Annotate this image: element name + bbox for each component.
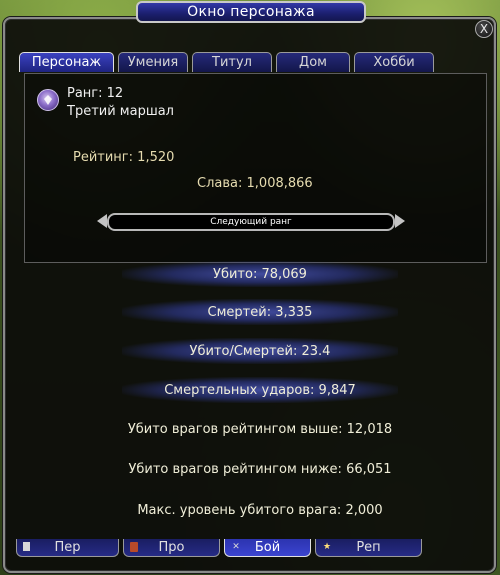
glory-line: Слава: 1,008,866 <box>197 176 313 191</box>
next-rank-button[interactable]: Следующий ранг <box>97 212 405 231</box>
stat-max-enemy-level: Макс. уровень убитого врага: 2,000 <box>122 497 398 523</box>
stat-label: Убито: <box>213 266 258 282</box>
arrow-right-icon <box>395 214 405 228</box>
stat-label: Макс. уровень убитого врага: <box>137 502 342 518</box>
bottom-tab-label: Бой <box>254 540 281 555</box>
stat-label: Убито/Смертей: <box>189 343 298 359</box>
character-window: Персонаж Умения Титул Дом Хобби Ранг: 12… <box>3 17 496 573</box>
rating-label: Рейтинг: <box>73 150 134 165</box>
stat-kills-higher-rank: Убито врагов рейтингом выше: 12,018 <box>122 416 398 442</box>
stat-label: Смертельных ударов: <box>164 382 315 398</box>
bottom-tab-rep[interactable]: ★ Реп <box>315 539 422 557</box>
rank-badge-icon <box>37 89 59 111</box>
bottom-tab-boy[interactable]: ✕ Бой <box>224 539 311 557</box>
stat-label: Убито врагов рейтингом ниже: <box>128 461 342 477</box>
glory-value: 1,008,866 <box>246 176 313 191</box>
tab-character[interactable]: Персонаж <box>19 52 114 72</box>
stat-kill-death-ratio: Убито/Смертей: 23.4 <box>122 338 398 364</box>
arrow-left-icon <box>97 214 107 228</box>
rank-label: Ранг: <box>67 86 103 101</box>
next-rank-label: Следующий ранг <box>107 213 395 231</box>
tab-title[interactable]: Титул <box>192 52 272 72</box>
glory-label: Слава: <box>197 176 243 191</box>
stat-value: 23.4 <box>301 343 331 359</box>
bottom-tab-per[interactable]: Пер <box>16 539 119 557</box>
sword-icon: ✕ <box>232 542 240 552</box>
book-icon <box>130 542 138 552</box>
rank-panel: Ранг: 12 Третий маршал Рейтинг: 1,520 Сл… <box>24 73 487 263</box>
rating-line: Рейтинг: 1,520 <box>73 150 174 165</box>
bottom-tab-pro[interactable]: Про <box>123 539 220 557</box>
stat-deaths: Смертей: 3,335 <box>122 299 398 325</box>
stat-value: 2,000 <box>345 502 383 518</box>
tab-house[interactable]: Дом <box>276 52 350 72</box>
rank-value: 12 <box>106 86 124 101</box>
tab-skills[interactable]: Умения <box>118 52 188 72</box>
stat-killing-blows: Смертельных ударов: 9,847 <box>122 377 398 403</box>
bottom-tab-label: Пер <box>54 540 81 555</box>
stat-kills: Убито: 78,069 <box>122 261 398 287</box>
bottom-tab-label: Про <box>158 540 185 555</box>
stat-label: Убито врагов рейтингом выше: <box>127 421 343 437</box>
rank-line: Ранг: 12 <box>67 86 123 101</box>
top-tab-bar: Персонаж Умения Титул Дом Хобби <box>19 52 434 72</box>
stat-value: 78,069 <box>261 266 307 282</box>
rating-value: 1,520 <box>137 150 175 165</box>
stat-value: 12,018 <box>346 421 393 437</box>
stat-value: 3,335 <box>275 304 313 320</box>
stat-value: 66,051 <box>346 461 392 477</box>
tab-hobby[interactable]: Хобби <box>354 52 434 72</box>
star-icon: ★ <box>322 542 332 552</box>
window-title[interactable]: Окно персонажа <box>136 1 366 23</box>
bottom-tab-bar: Пер Про ✕ Бой ★ Реп <box>16 539 422 557</box>
close-button[interactable]: X <box>475 20 493 38</box>
stat-kills-lower-rank: Убито врагов рейтингом ниже: 66,051 <box>122 456 398 482</box>
stat-label: Смертей: <box>207 304 272 320</box>
bottom-tab-label: Реп <box>356 540 381 555</box>
stat-value: 9,847 <box>318 382 356 398</box>
document-icon <box>23 542 30 551</box>
rank-title: Третий маршал <box>67 104 174 119</box>
